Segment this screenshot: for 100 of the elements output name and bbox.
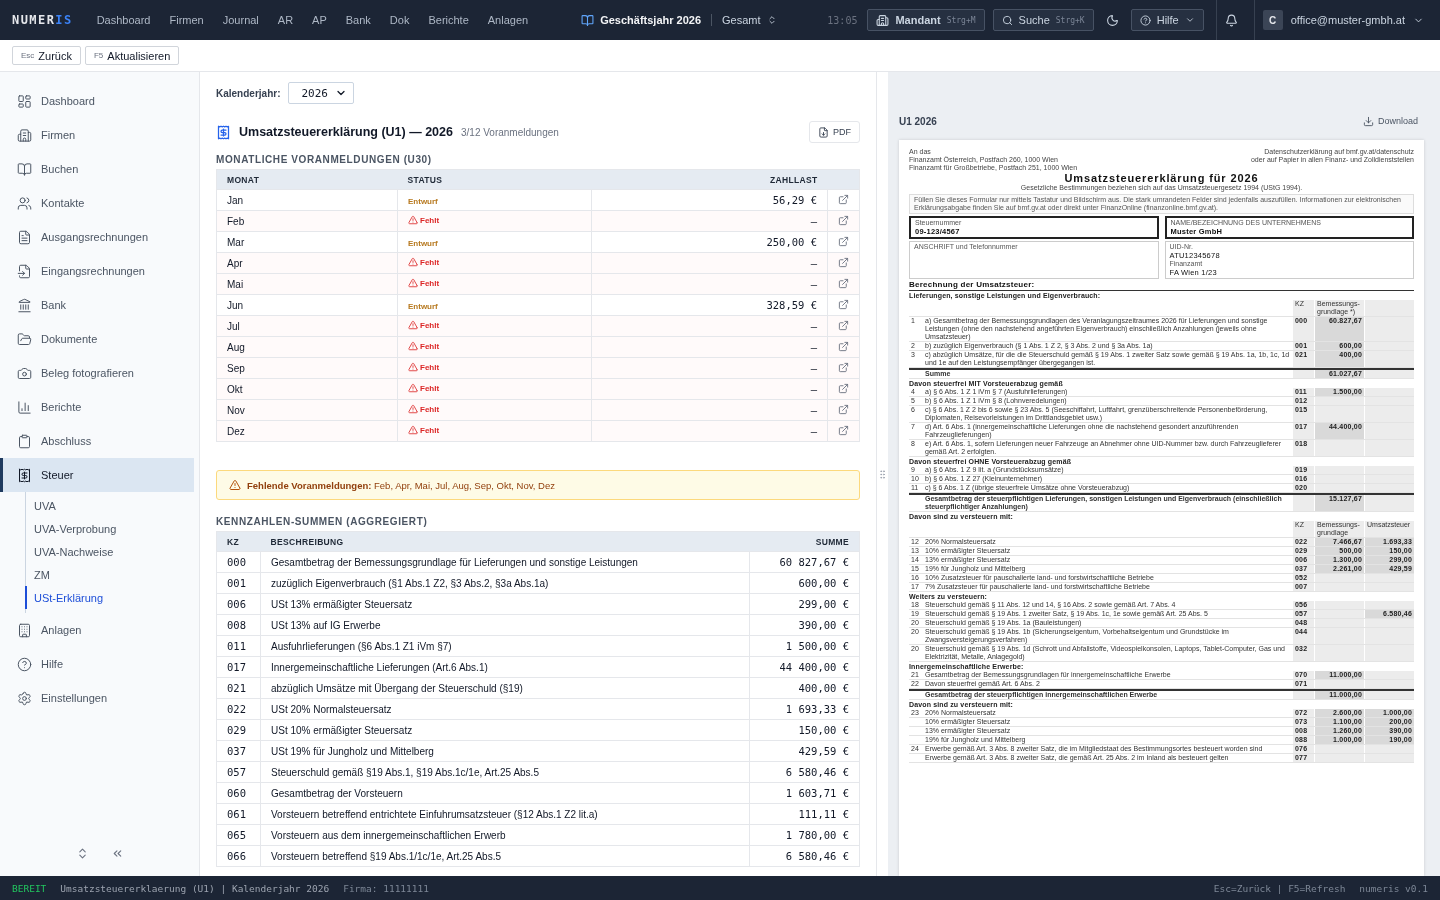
card-subtitle: 3/12 Voranmeldungen	[461, 126, 559, 138]
receipt-icon	[17, 467, 32, 483]
form-section-title: Berechnung der Umsatzsteuer:	[909, 281, 1414, 291]
table-cell: Jun	[216, 294, 398, 316]
card-title: Umsatzsteuererklärung (U1) — 2026	[239, 125, 453, 139]
nav-link[interactable]: AP	[312, 14, 327, 26]
nav-link[interactable]: Dashboard	[96, 14, 151, 26]
scope-selector[interactable]: Gesamt	[722, 14, 777, 26]
sidebar-subitem[interactable]: UVA	[25, 494, 199, 517]
download-button[interactable]: Download	[1356, 115, 1424, 127]
external-link-icon[interactable]	[838, 382, 849, 394]
nav-link[interactable]: Journal	[222, 14, 259, 26]
external-link-icon[interactable]	[838, 403, 849, 415]
table-cell: Mai	[216, 273, 398, 295]
search-button[interactable]: Suche Strg+K	[992, 9, 1094, 31]
status-label: Fehlt	[408, 425, 440, 435]
external-link-icon[interactable]	[838, 340, 849, 352]
nav-link[interactable]: Berichte	[428, 14, 469, 26]
sidebar-item[interactable]: Berichte	[0, 390, 194, 424]
table-cell: 006	[216, 593, 261, 615]
external-link-icon[interactable]	[838, 256, 849, 268]
pdf-button[interactable]: PDF	[809, 121, 860, 143]
avatar: C	[1262, 10, 1283, 30]
sidebar-item[interactable]: Ausgangsrechnungen	[0, 220, 194, 254]
building-icon	[876, 13, 890, 27]
nav-link[interactable]: Bank	[345, 14, 371, 26]
building-icon	[17, 127, 32, 143]
sidebar-item[interactable]: Kontakte	[0, 186, 194, 220]
sidebar-item[interactable]: Anlagen	[0, 613, 194, 647]
external-link-icon[interactable]	[838, 319, 849, 331]
sidebar-subitem[interactable]: UVA-Nachweise	[25, 540, 199, 563]
toolbar-button[interactable]: Esc Zurück	[12, 46, 81, 65]
book-icon	[581, 13, 595, 27]
external-link-icon[interactable]	[838, 424, 849, 436]
clock-time: 13:05	[827, 14, 858, 26]
table-cell: 021	[216, 677, 261, 699]
building-icon	[17, 622, 32, 638]
moon-icon	[1105, 13, 1119, 27]
sidebar-item[interactable]: Abschluss	[0, 424, 194, 458]
sidebar-item[interactable]: Firmen	[0, 118, 194, 152]
sidebar-item[interactable]: Einstellungen	[0, 681, 194, 715]
help-button[interactable]: Hilfe	[1130, 9, 1204, 31]
shortcut-hint: F5	[93, 51, 104, 60]
chevrons-left-icon	[111, 847, 124, 860]
form-amount-field	[1364, 370, 1414, 378]
nav-link[interactable]: AR	[277, 14, 294, 26]
external-link-icon[interactable]	[838, 235, 849, 247]
table-cell: Mar	[216, 231, 398, 253]
table-cell: Feb	[216, 210, 398, 232]
external-link-icon[interactable]	[838, 277, 849, 289]
nav-link[interactable]: Anlagen	[487, 14, 529, 26]
form-amount-field	[1364, 691, 1414, 699]
sidebar-item[interactable]: Dokumente	[0, 322, 194, 356]
table-cell: Vorsteuern betreffend §19 Abs.1/1c/1e, Art.25 Abs.5	[260, 845, 750, 867]
table-cell: 001	[216, 572, 261, 594]
status-label: Entwurf	[408, 238, 438, 248]
sidebar-subitem[interactable]: ZM	[25, 563, 199, 586]
nav-link[interactable]: Firmen	[169, 14, 204, 26]
sidebar-item[interactable]: Steuer	[0, 458, 194, 492]
warning-icon	[408, 215, 418, 225]
external-link-icon[interactable]	[838, 214, 849, 226]
status-label: Fehlt	[408, 215, 440, 225]
expand-toggle-button[interactable]	[76, 847, 89, 860]
sidebar-item[interactable]: Buchen	[0, 152, 194, 186]
status-label: Entwurf	[408, 301, 438, 311]
form-amount-field	[1364, 495, 1414, 511]
table-cell: 065	[216, 824, 261, 846]
clipboard-icon	[17, 433, 32, 449]
sidebar-item[interactable]: Bank	[0, 288, 194, 322]
nav-link[interactable]: Dok	[389, 14, 410, 26]
warning-icon	[408, 278, 418, 288]
external-link-icon[interactable]	[838, 298, 849, 310]
drag-handle-icon[interactable]	[877, 468, 888, 480]
account-menu[interactable]: C office@muster-gmbh.at	[1258, 10, 1428, 30]
sidebar-item[interactable]: Eingangsrechnungen	[0, 254, 194, 288]
camera-icon	[17, 365, 32, 381]
toolbar-button[interactable]: F5 Aktualisieren	[84, 46, 180, 65]
warning-icon	[408, 362, 418, 372]
table-cell: 011	[216, 635, 261, 657]
preview-title: U1 2026	[899, 115, 937, 127]
form-code-cell	[1292, 691, 1314, 699]
sidebar-subitem[interactable]: UVA-Verprobung	[25, 517, 199, 540]
warning-icon	[408, 257, 418, 267]
table-cell: Sep	[216, 357, 398, 379]
external-link-icon[interactable]	[838, 193, 849, 205]
external-link-icon[interactable]	[838, 361, 849, 373]
sidebar-item[interactable]: Beleg fotografieren	[0, 356, 194, 390]
year-select[interactable]: 2026	[288, 82, 355, 104]
mandant-button[interactable]: Mandant Strg+M	[867, 9, 985, 31]
column-header: SUMME	[749, 531, 860, 552]
table-cell: Aug	[216, 336, 398, 358]
file-download-icon	[818, 126, 829, 138]
status-label: Fehlt	[408, 404, 440, 414]
sidebar-item[interactable]: Hilfe	[0, 647, 194, 681]
status-context: Umsatzsteuererklaerung (U1) | Kalenderjahr 2026	[60, 882, 330, 894]
sidebar-item[interactable]: Dashboard	[0, 84, 194, 118]
fiscal-year-label: Geschäftsjahr 2026	[600, 14, 702, 26]
collapse-sidebar-button[interactable]	[111, 847, 124, 860]
chevrons-up-down-icon	[766, 15, 777, 25]
shortcut-hint: Esc	[21, 51, 35, 60]
